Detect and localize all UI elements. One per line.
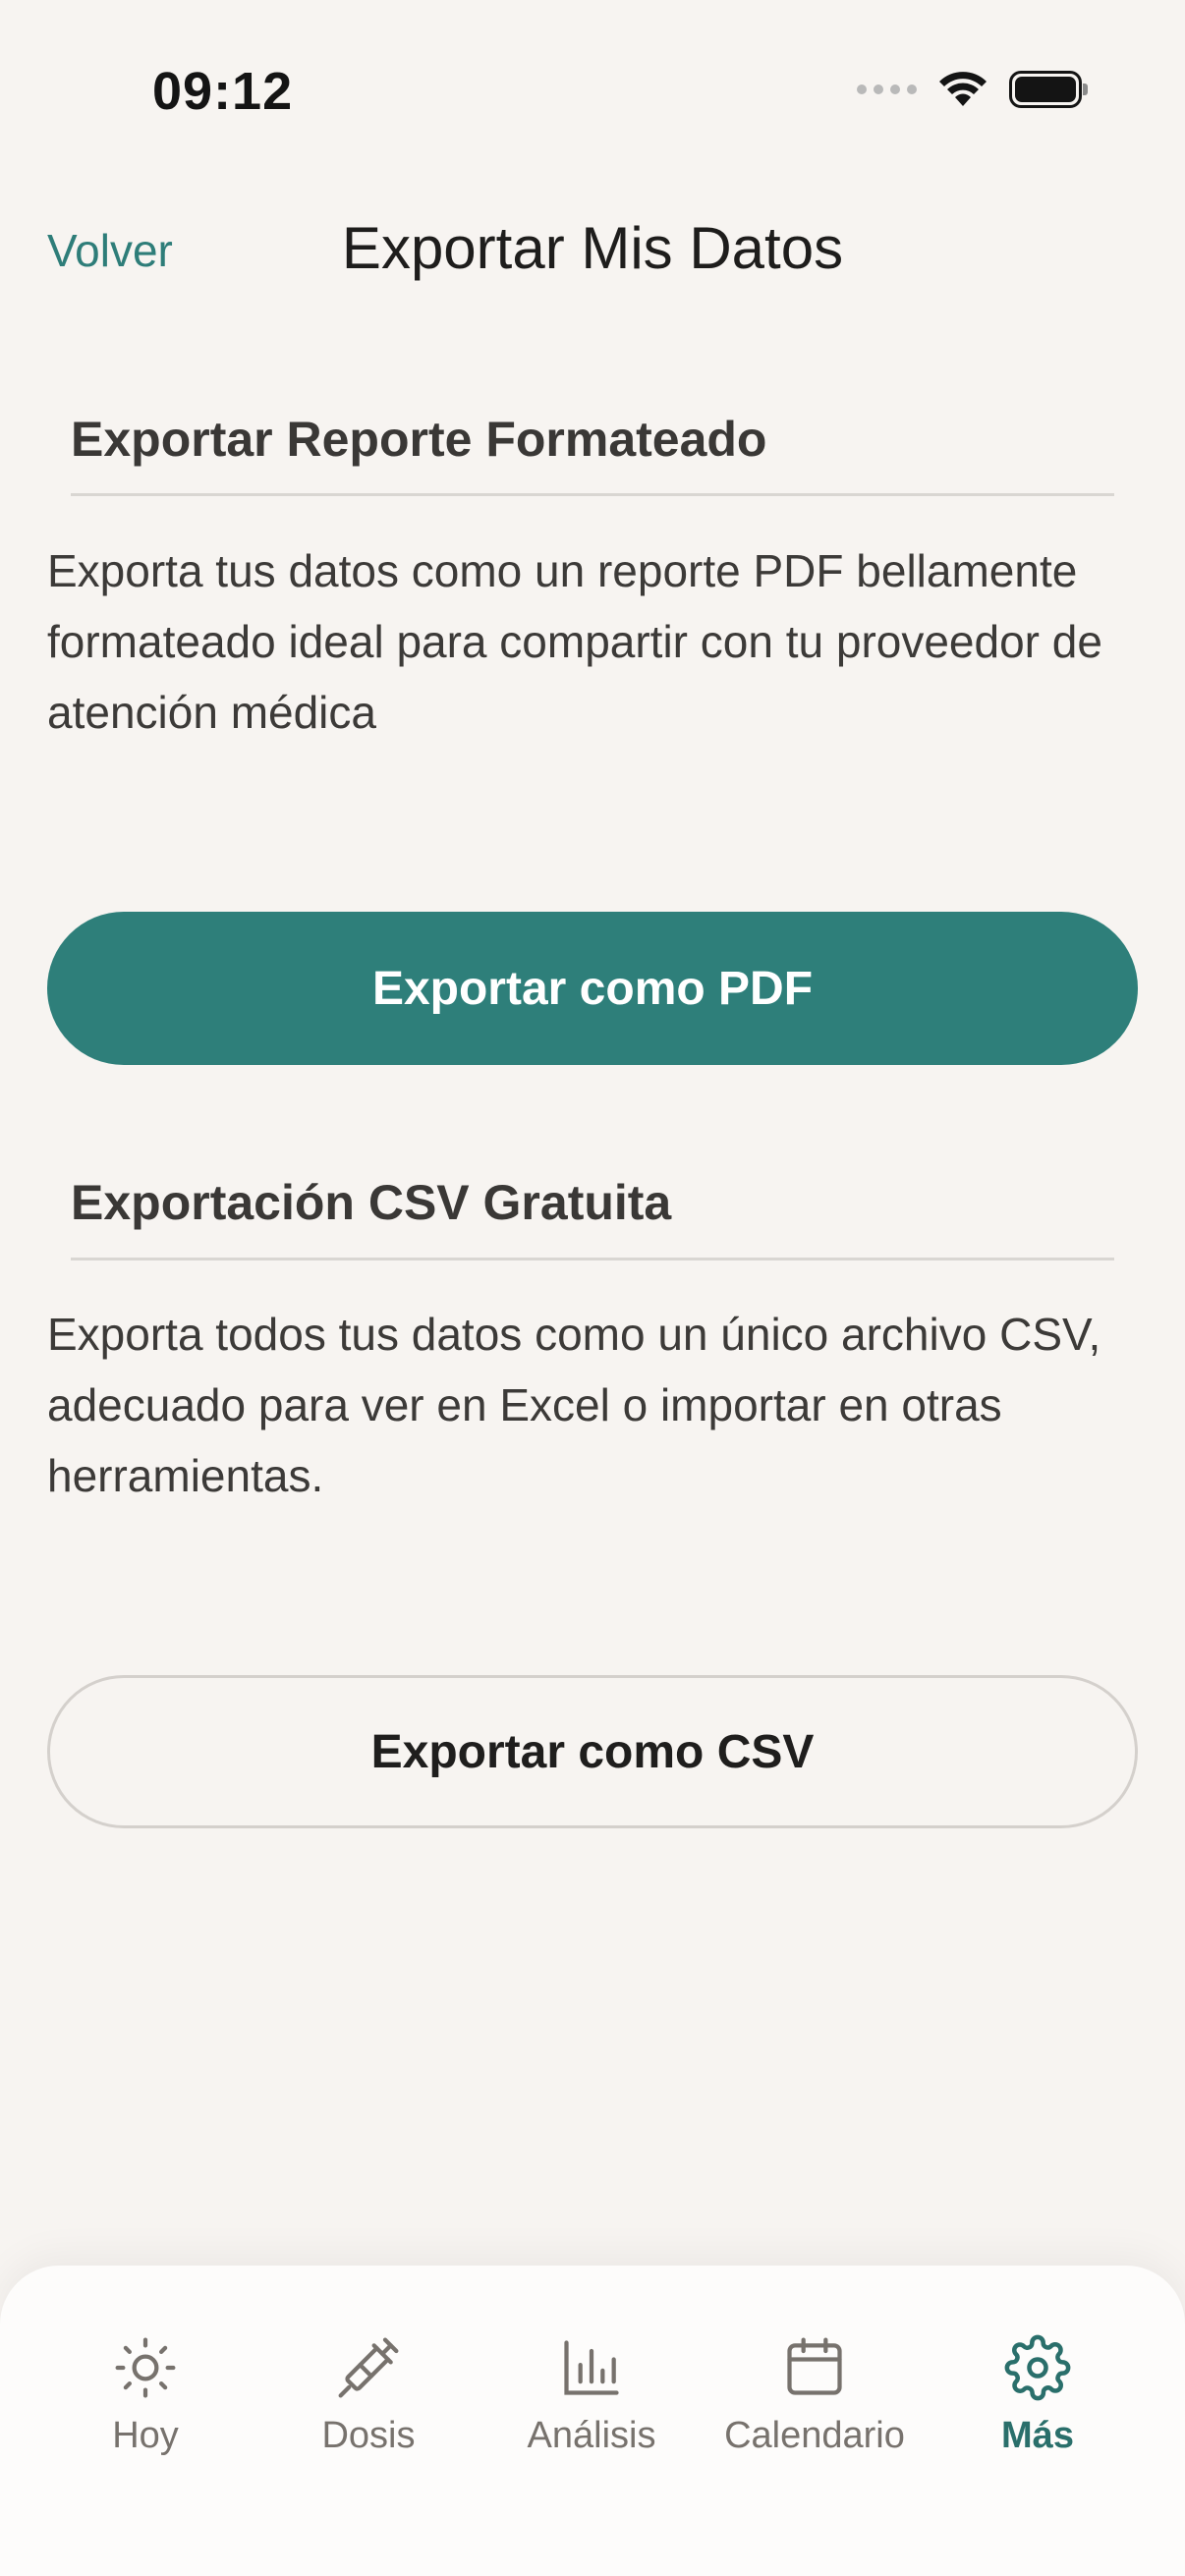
tab-label: Análisis [527,2415,656,2456]
tab-hoy[interactable]: Hoy [28,2334,263,2457]
tab-label: Dosis [321,2415,416,2456]
cellular-signal-icon [857,84,917,94]
tab-label: Hoy [112,2415,179,2456]
navigation-header: Volver Exportar Mis Datos [0,196,1185,305]
status-bar: 09:12 [0,0,1185,196]
bar-chart-icon [564,2340,619,2395]
tab-analisis[interactable]: Análisis [474,2334,709,2457]
tab-dosis[interactable]: Dosis [251,2334,486,2457]
tab-label: Calendario [724,2415,905,2456]
bottom-tab-bar: Hoy Dosis Análisis Calendario Más [0,2266,1185,2576]
sun-icon [115,2337,176,2398]
calendar-icon [787,2337,842,2395]
section-description: Exporta tus datos como un reporte PDF be… [47,545,1102,738]
export-csv-button[interactable]: Exportar como CSV [47,1675,1138,1828]
section-description: Exporta todos tus datos como un único ar… [47,1309,1101,1501]
divider [71,1258,1114,1260]
tab-calendario[interactable]: Calendario [697,2334,932,2457]
syringe-icon [338,2337,399,2398]
export-pdf-button[interactable]: Exportar como PDF [47,912,1138,1065]
status-time: 09:12 [152,62,294,121]
tab-mas[interactable]: Más [920,2334,1156,2457]
gear-icon [1004,2334,1071,2401]
section-title: Exportar Reporte Formateado [71,412,767,467]
tab-label: Más [1001,2415,1074,2456]
page-title: Exportar Mis Datos [341,215,844,281]
section-title: Exportación CSV Gratuita [71,1175,672,1230]
wifi-icon [939,72,987,106]
divider [71,493,1114,496]
battery-icon [1009,71,1088,108]
status-icons [857,71,1088,108]
